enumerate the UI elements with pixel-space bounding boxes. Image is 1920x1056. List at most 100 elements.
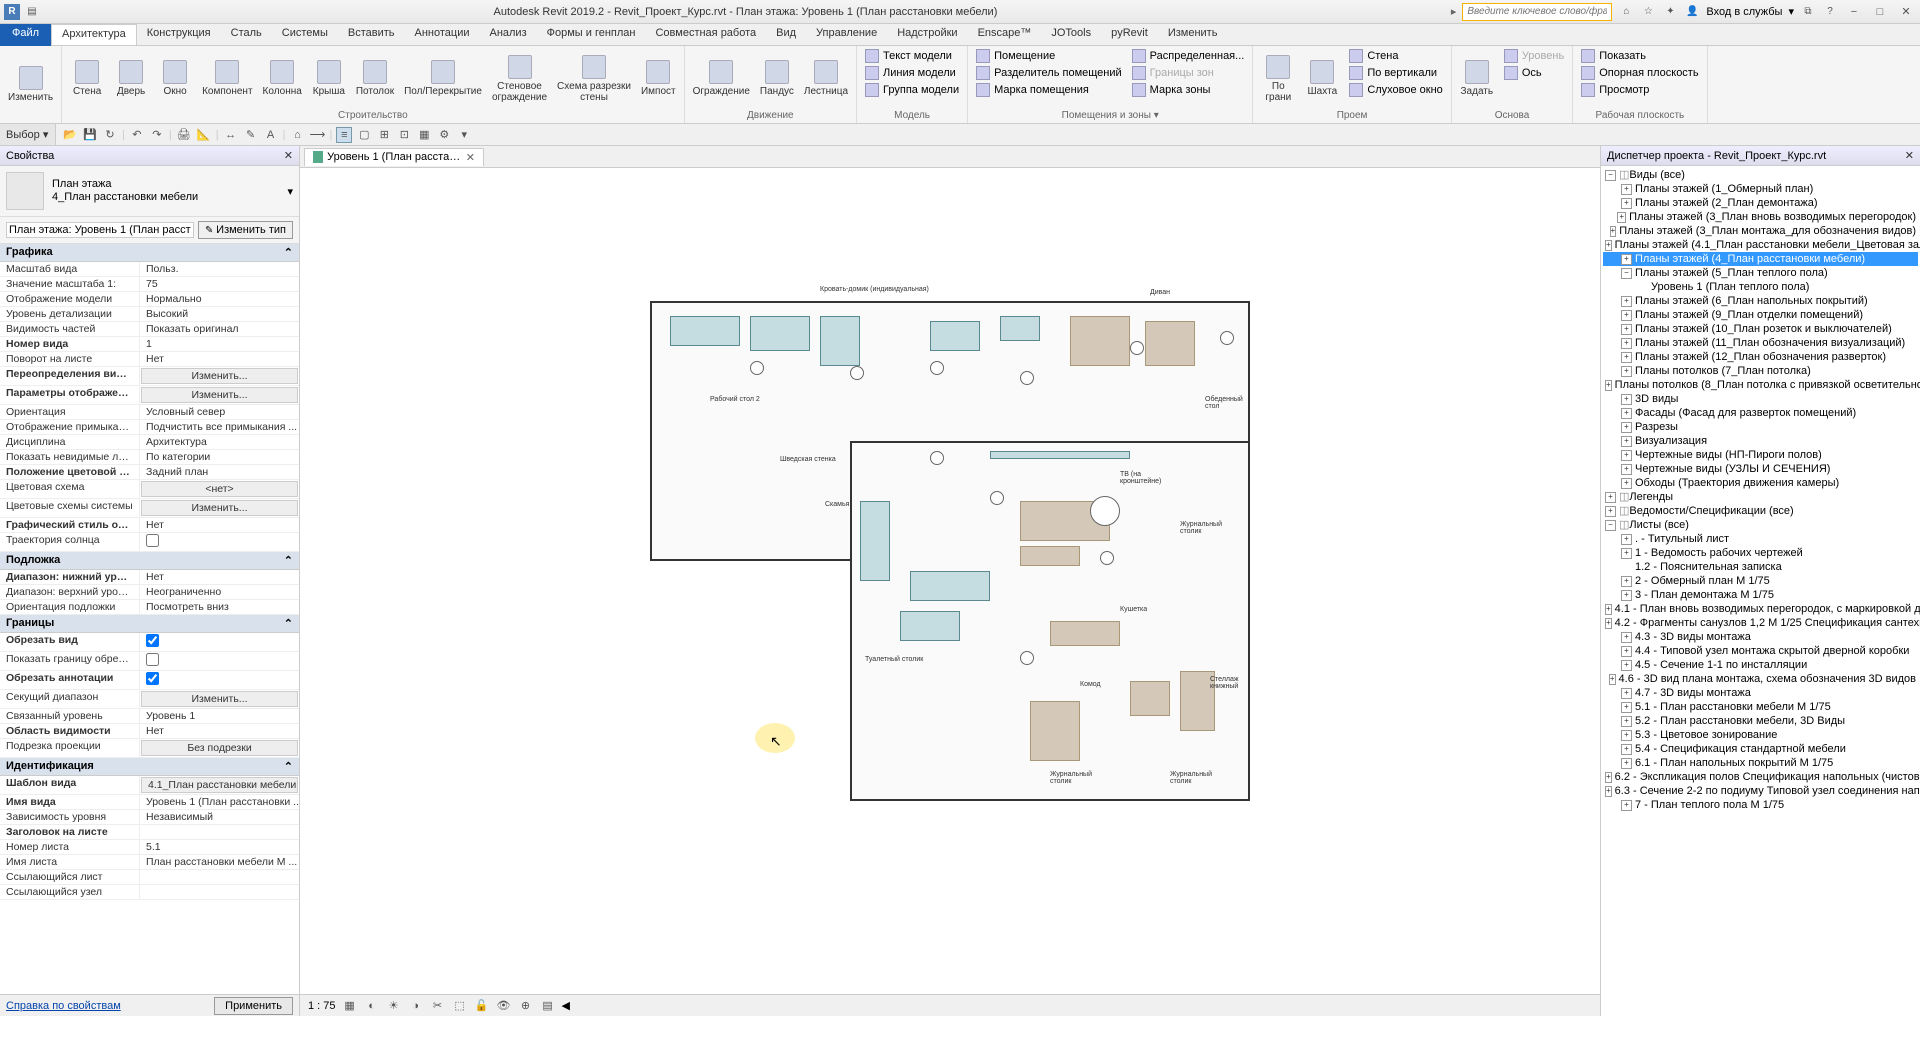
tree-toggle-icon[interactable]: +: [1621, 702, 1632, 713]
tree-node[interactable]: +4.1 - План вновь возводимых перегородок…: [1603, 602, 1918, 616]
property-value[interactable]: Нет: [140, 724, 299, 738]
property-category[interactable]: Графика⌃: [0, 244, 299, 262]
ribbon-small-item[interactable]: Линия модели: [861, 65, 963, 81]
file-tab[interactable]: Файл: [0, 24, 51, 46]
property-value[interactable]: Неограниченно: [140, 585, 299, 599]
property-value[interactable]: Изменить...: [141, 368, 298, 384]
property-value[interactable]: Польз.: [140, 262, 299, 276]
property-value[interactable]: [140, 885, 299, 899]
tree-node[interactable]: +Планы этажей (3_План вновь возводимых п…: [1603, 210, 1918, 224]
shadows-icon[interactable]: ◑: [408, 998, 424, 1014]
property-value[interactable]: Показать оригинал: [140, 322, 299, 336]
tree-toggle-icon[interactable]: +: [1605, 786, 1612, 797]
section-icon[interactable]: ⟶: [309, 127, 325, 143]
login-label[interactable]: Вход в службы: [1706, 6, 1782, 18]
thin-lines-icon[interactable]: ≡: [336, 127, 352, 143]
exchange-icon[interactable]: ⧉: [1800, 4, 1816, 20]
tree-node[interactable]: Уровень 1 (План теплого пола): [1603, 280, 1918, 294]
maximize-button[interactable]: □: [1870, 3, 1890, 21]
ribbon-small-item[interactable]: Границы зон: [1128, 65, 1249, 81]
search-input[interactable]: [1462, 3, 1612, 21]
tree-node[interactable]: 1.2 - Пояснительная записка: [1603, 560, 1918, 574]
property-category[interactable]: Границы⌃: [0, 615, 299, 633]
tree-toggle-icon[interactable]: +: [1621, 660, 1632, 671]
tree-toggle-icon[interactable]: +: [1621, 338, 1632, 349]
property-value[interactable]: Нет: [140, 570, 299, 584]
tree-node[interactable]: +3D виды: [1603, 392, 1918, 406]
tree-toggle-icon[interactable]: +: [1621, 394, 1632, 405]
menu-tab-совместная работа[interactable]: Совместная работа: [645, 24, 766, 45]
tree-node[interactable]: +4.7 - 3D виды монтажа: [1603, 686, 1918, 700]
tree-toggle-icon[interactable]: +: [1621, 464, 1632, 475]
property-value[interactable]: Уровень 1 (План расстановки ...: [140, 795, 299, 809]
tree-toggle-icon[interactable]: +: [1621, 800, 1632, 811]
type-dropdown-icon[interactable]: ▾: [287, 185, 293, 198]
property-value[interactable]: Изменить...: [141, 387, 298, 403]
ribbon-small-item[interactable]: По вертикали: [1345, 65, 1447, 81]
property-value[interactable]: 75: [140, 277, 299, 291]
property-value[interactable]: 1: [140, 337, 299, 351]
ribbon-small-item[interactable]: Марка зоны: [1128, 82, 1249, 98]
property-value[interactable]: [140, 633, 299, 651]
tree-node[interactable]: +Визуализация: [1603, 434, 1918, 448]
property-category[interactable]: Идентификация⌃: [0, 758, 299, 776]
text-icon[interactable]: A: [263, 127, 279, 143]
property-value[interactable]: Независимый: [140, 810, 299, 824]
menu-tab-pyrevit[interactable]: pyRevit: [1101, 24, 1158, 45]
tree-toggle-icon[interactable]: +: [1621, 296, 1632, 307]
open-icon[interactable]: 📂: [62, 127, 78, 143]
property-value[interactable]: [140, 671, 299, 689]
property-value[interactable]: [140, 533, 299, 551]
ribbon-item[interactable]: Окно: [154, 48, 196, 109]
tree-node[interactable]: +Фасады (Фасад для разверток помещений): [1603, 406, 1918, 420]
ribbon-small-item[interactable]: Стена: [1345, 48, 1447, 64]
tree-node[interactable]: +Планы потолков (8_План потолка с привяз…: [1603, 378, 1918, 392]
tree-toggle-icon[interactable]: +: [1621, 450, 1632, 461]
crop-region-icon[interactable]: ⬚: [452, 998, 468, 1014]
tree-toggle-icon[interactable]: +: [1609, 674, 1616, 685]
menu-tab-конструкция[interactable]: Конструкция: [137, 24, 221, 45]
tree-node[interactable]: +Планы этажей (9_План отделки помещений): [1603, 308, 1918, 322]
ribbon-small-item[interactable]: Текст модели: [861, 48, 963, 64]
tree-toggle-icon[interactable]: +: [1621, 184, 1632, 195]
ribbon-small-item[interactable]: Помещение: [972, 48, 1126, 64]
print-icon[interactable]: 🖨: [176, 127, 192, 143]
menu-tab-вид[interactable]: Вид: [766, 24, 806, 45]
ribbon-item[interactable]: Схема разрезки стены: [553, 48, 635, 109]
property-value[interactable]: Высокий: [140, 307, 299, 321]
tree-toggle-icon[interactable]: +: [1605, 618, 1612, 629]
detail-level-icon[interactable]: ▦: [342, 998, 358, 1014]
tree-node[interactable]: −◫ Виды (все): [1603, 168, 1918, 182]
tree-node[interactable]: +Планы этажей (4.1_План расстановки мебе…: [1603, 238, 1918, 252]
tree-toggle-icon[interactable]: +: [1621, 632, 1632, 643]
property-value[interactable]: [140, 652, 299, 670]
property-value[interactable]: Изменить...: [141, 500, 298, 516]
tree-toggle-icon[interactable]: +: [1621, 254, 1632, 265]
tree-toggle-icon[interactable]: +: [1621, 408, 1632, 419]
tree-toggle-icon[interactable]: +: [1621, 198, 1632, 209]
menu-tab-надстройки[interactable]: Надстройки: [887, 24, 967, 45]
tree-node[interactable]: +Чертежные виды (НП-Пироги полов): [1603, 448, 1918, 462]
login-dropdown[interactable]: ▾: [1788, 5, 1794, 18]
menu-tab-формы и генплан[interactable]: Формы и генплан: [537, 24, 646, 45]
ribbon-item[interactable]: Стеновое ограждение: [488, 48, 551, 109]
tree-toggle-icon[interactable]: +: [1605, 604, 1612, 615]
ribbon-item[interactable]: Стена: [66, 48, 108, 109]
quick-doc-icon[interactable]: ▤: [24, 4, 40, 20]
tree-node[interactable]: +Планы этажей (12_План обозначения разве…: [1603, 350, 1918, 364]
property-checkbox[interactable]: [146, 653, 159, 666]
tree-toggle-icon[interactable]: +: [1621, 534, 1632, 545]
property-value[interactable]: По категории: [140, 450, 299, 464]
property-value[interactable]: Изменить...: [141, 691, 298, 707]
tree-node[interactable]: +4.5 - Сечение 1-1 по инсталляции: [1603, 658, 1918, 672]
tree-node[interactable]: +Обходы (Траектория движения камеры): [1603, 476, 1918, 490]
measure-icon[interactable]: 📐: [196, 127, 212, 143]
tree-toggle-icon[interactable]: +: [1621, 478, 1632, 489]
property-value[interactable]: План расстановки мебели М ...: [140, 855, 299, 869]
ribbon-small-item[interactable]: Опорная плоскость: [1577, 65, 1702, 81]
scale-label[interactable]: 1 : 75: [308, 1000, 336, 1012]
property-value[interactable]: Нормально: [140, 292, 299, 306]
close-button[interactable]: ✕: [1896, 3, 1916, 21]
property-value[interactable]: Подчистить все примыкания ...: [140, 420, 299, 434]
tree-node[interactable]: +5.1 - План расстановки мебели М 1/75: [1603, 700, 1918, 714]
